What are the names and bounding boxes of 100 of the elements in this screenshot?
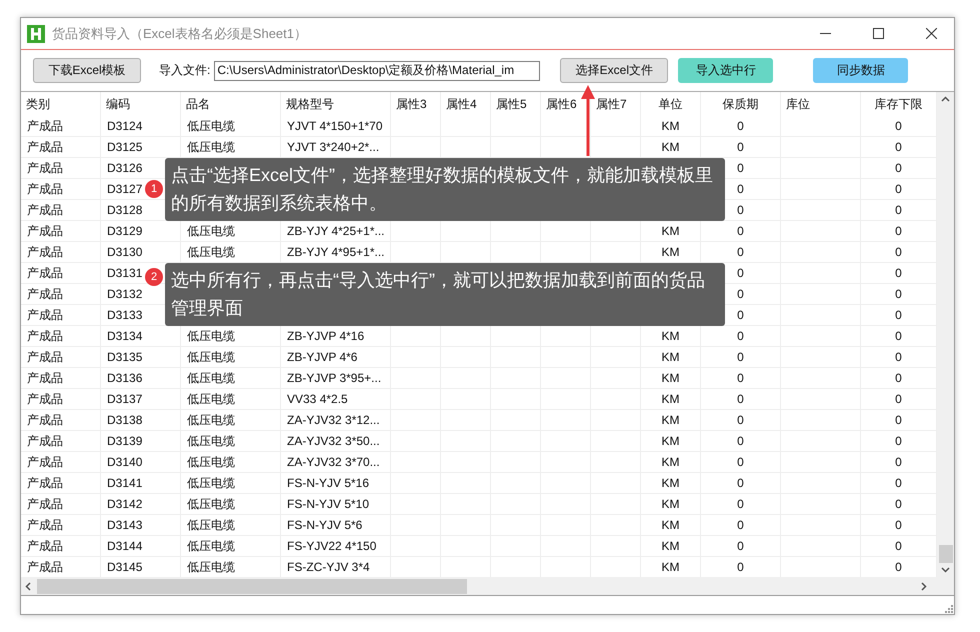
table-cell: FS-N-YJV 5*16 [287,476,370,490]
select-file-button[interactable]: 选择Excel文件 [560,58,668,83]
callout-text: 选中所有行，再点击“导入选中行”，就可以把数据加载到前面的货品管理界面 [165,263,725,326]
table-cell: 0 [737,182,744,196]
table-cell: 低压电缆 [187,118,235,134]
column-header[interactable]: 库位 [781,92,861,116]
column-header[interactable]: 规格型号 [281,92,391,116]
table-cell: 0 [737,140,744,154]
column-header[interactable]: 品名 [181,92,281,116]
column-header[interactable]: 单位 [641,92,701,116]
table-cell: ZA-YJV32 3*70... [287,455,380,469]
table-cell: FS-N-YJV 5*10 [287,497,370,511]
table-cell: 产成品 [27,264,63,282]
scroll-down-icon[interactable] [941,567,950,573]
table-cell: FS-YJV22 4*150 [287,539,376,553]
table-cell: FS-ZC-YJV 3*4 [287,560,370,574]
table-cell: 0 [737,518,744,532]
table-cell: 产成品 [27,558,63,576]
table-cell: KM [662,539,680,553]
table-cell: 0 [737,266,744,280]
table-cell: D3142 [107,497,142,511]
table-cell: 0 [737,476,744,490]
table-cell: 0 [895,476,902,490]
scroll-thumb[interactable] [938,545,952,563]
table-cell: ZA-YJV32 3*50... [287,434,380,448]
table-cell: D3136 [107,371,142,385]
table-cell: 产成品 [27,370,63,386]
table-cell: 产成品 [27,118,63,134]
table-cell: 0 [737,455,744,469]
column-header[interactable]: 属性3 [391,92,441,116]
window-title: 货品资料导入（Excel表格名必须是Sheet1） [52,24,308,42]
maximize-icon[interactable] [872,28,884,39]
table-cell: D3134 [107,329,142,343]
step-badge: 2 [145,268,163,286]
column-header[interactable]: 属性5 [491,92,541,116]
scroll-up-icon[interactable] [941,96,950,102]
table-cell: D3132 [107,287,142,301]
table-cell: 0 [895,350,902,364]
close-icon[interactable] [926,28,936,39]
table-cell: 0 [737,329,744,343]
scroll-right-icon[interactable] [921,582,927,590]
table-cell: YJVT 4*150+1*70 [287,119,383,133]
table-cell: D3137 [107,392,142,406]
sync-data-button[interactable]: 同步数据 [813,58,908,83]
table-cell: 0 [895,308,902,322]
column-header[interactable]: 类别 [21,92,101,116]
table-cell: D3129 [107,224,142,238]
table-cell: 0 [737,224,744,238]
table-cell: 低压电缆 [187,412,235,428]
table-cell: 产成品 [27,160,63,176]
table-cell: 产成品 [27,390,63,408]
table-cell: 0 [895,119,902,133]
table-cell: 产成品 [27,328,63,344]
file-path-field[interactable]: C:\Users\Administrator\Desktop\定额及价格\Material_im [214,60,540,80]
table-cell: 0 [737,119,744,133]
table-cell: 0 [895,392,902,406]
scroll-left-icon[interactable] [25,582,31,590]
table-cell: KM [662,455,680,469]
table-cell: D3124 [107,119,142,133]
table-cell: 0 [895,413,902,427]
table-cell: 低压电缆 [187,538,235,554]
download-template-button[interactable]: 下载Excel模板 [33,58,141,83]
table-cell: D3135 [107,350,142,364]
table-cell: ZB-YJY 4*25+1*... [287,224,384,238]
table-cell: 0 [737,539,744,553]
table-cell: FS-N-YJV 5*6 [287,518,362,532]
table-cell: 低压电缆 [187,370,235,386]
step-badge: 1 [145,180,163,198]
table-cell: 产成品 [27,348,63,366]
scroll-thumb[interactable] [37,578,467,594]
vertical-scrollbar[interactable] [937,92,954,577]
table-cell: KM [662,245,680,259]
import-selected-button[interactable]: 导入选中行 [678,58,774,83]
table-cell: 产成品 [27,222,63,240]
table-cell: ZA-YJV32 3*12... [287,413,380,427]
column-header[interactable]: 编码 [101,92,181,116]
table-cell: D3143 [107,518,142,532]
table-cell: D3140 [107,455,142,469]
table-cell: D3125 [107,140,142,154]
column-header[interactable]: 保质期 [701,92,781,116]
table-cell: 0 [895,266,902,280]
column-header[interactable]: 属性4 [441,92,491,116]
table-cell: 0 [895,287,902,301]
table-cell: 0 [737,371,744,385]
table-cell: ZB-YJVP 4*6 [287,350,358,364]
horizontal-scrollbar[interactable] [21,577,954,595]
table-cell: ZB-YJY 4*95+1*... [287,245,384,259]
resize-grip-icon[interactable] [944,604,954,614]
table-cell: KM [662,434,680,448]
table-cell: 0 [895,518,902,532]
table-cell: D3133 [107,308,142,322]
table-cell: KM [662,497,680,511]
table-cell: 0 [895,203,902,217]
table-cell: KM [662,518,680,532]
table-cell: 低压电缆 [187,474,235,492]
table-cell: 低压电缆 [187,348,235,366]
empty-cell [541,116,591,137]
table-cell: KM [662,560,680,574]
table-cell: 0 [895,497,902,511]
table-cell: 低压电缆 [187,432,235,450]
